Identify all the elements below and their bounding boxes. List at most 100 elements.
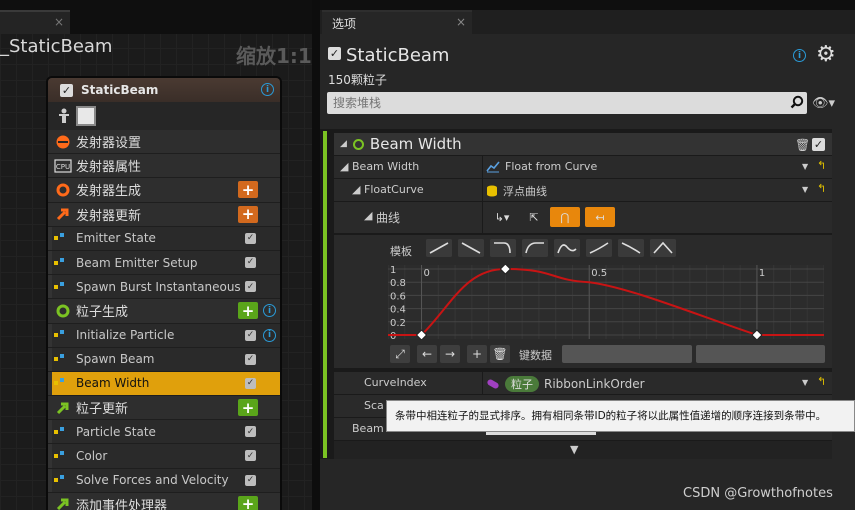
node-icon-row [48, 102, 280, 130]
module-dot-icon [54, 426, 72, 434]
search-icon[interactable] [790, 95, 804, 109]
template-smooth-down-icon[interactable] [618, 239, 644, 257]
module-row[interactable]: Spawn Beam ✓ [48, 347, 280, 372]
graph-tab[interactable]: × [0, 10, 70, 34]
svg-text:CPU: CPU [56, 163, 70, 171]
template-ease-out-icon[interactable] [490, 239, 516, 257]
gear-icon[interactable]: ⚙ [816, 44, 836, 66]
add-module-button[interactable]: + [238, 495, 258, 510]
reset-arrow-icon[interactable]: ↰ [817, 375, 826, 388]
close-tab-icon[interactable]: × [456, 15, 466, 29]
module-checkbox[interactable]: ✓ [245, 232, 256, 244]
module-checkbox[interactable]: ✓ [245, 377, 256, 389]
add-module-button[interactable]: + [238, 302, 258, 320]
module-row[interactable]: 粒子更新 + [48, 396, 280, 421]
expand-arrow-icon[interactable]: ◢ [364, 209, 372, 222]
prop-value[interactable]: 浮点曲线 [486, 183, 547, 199]
search-field[interactable] [327, 92, 807, 114]
eye-visibility-icon[interactable]: 👁▾ [812, 96, 835, 111]
prop-value[interactable]: 粒子 RibbonLinkOrder [486, 376, 645, 392]
template-bell-icon[interactable] [650, 239, 676, 257]
module-label: 发射器更新 [76, 208, 142, 224]
module-label: Spawn Burst Instantaneous [76, 279, 241, 294]
module-dot-icon [54, 475, 72, 483]
key-time-field[interactable] [562, 345, 692, 363]
add-module-button[interactable]: + [238, 181, 258, 199]
info-icon[interactable]: i [263, 304, 276, 318]
module-row[interactable]: Color ✓ [48, 444, 280, 469]
dropdown-arrow-icon[interactable]: ▼ [802, 162, 808, 171]
add-key-icon[interactable]: + [467, 345, 487, 363]
dropdown-arrow-icon[interactable]: ▼ [802, 185, 808, 194]
collapse-footer[interactable]: ▼ [334, 441, 832, 459]
module-checkbox[interactable]: ✓ [245, 256, 256, 268]
delete-key-icon[interactable]: 🗑 [490, 345, 510, 363]
expand-arrow-icon[interactable]: ◢ [352, 183, 360, 196]
search-input[interactable] [327, 92, 807, 114]
template-smooth-up-icon[interactable] [586, 239, 612, 257]
module-header[interactable]: ◢ Beam Width [334, 133, 832, 155]
emitter-enable-checkbox[interactable]: ✓ [328, 47, 341, 60]
tab-options[interactable]: 选项 × [322, 10, 472, 34]
open-external-icon[interactable]: ⇱ [523, 207, 545, 227]
module-dot-icon [54, 451, 72, 459]
module-row[interactable]: Solve Forces and Velocity ✓ [48, 468, 280, 493]
info-icon[interactable]: i [261, 83, 274, 96]
add-module-button[interactable]: + [238, 399, 258, 417]
add-module-button[interactable]: + [238, 205, 258, 223]
node-title: StaticBeam [81, 83, 159, 97]
fit-view-icon[interactable]: ⤢ [390, 345, 410, 363]
expand-down-icon[interactable]: ▼ [570, 443, 578, 456]
module-label: 添加事件处理器 [76, 498, 168, 510]
module-row[interactable]: CPU 发射器属性 [48, 154, 280, 179]
y-tick-label: 0.2 [390, 318, 406, 329]
expand-arrow-icon[interactable]: ◢ [340, 160, 348, 173]
module-row[interactable]: Particle State ✓ [48, 420, 280, 445]
module-row[interactable]: Spawn Burst Instantaneous ✓ [48, 275, 280, 300]
graph-title: _StaticBeam [0, 36, 113, 57]
curve-mode-dropdown[interactable]: ↳▾ [486, 207, 518, 227]
module-row[interactable]: 粒子生成 + i [48, 299, 280, 324]
prop-value[interactable]: Float from Curve [486, 160, 597, 173]
module-label: 发射器设置 [76, 136, 142, 152]
next-key-icon[interactable]: → [440, 345, 460, 363]
module-row[interactable]: Emitter State ✓ [48, 226, 280, 251]
emitter-node[interactable]: ✓ StaticBeam i 发射器设置 CPU 发射器属性 发射器生成 + 发射器更新 +… [46, 76, 282, 510]
key-value-field[interactable] [696, 345, 825, 363]
module-row[interactable]: 发射器设置 [48, 130, 280, 155]
reset-arrow-icon[interactable]: ↰ [817, 182, 826, 195]
magnet-snap-button[interactable]: ⋂ [550, 207, 580, 227]
module-checkbox[interactable]: ✓ [245, 474, 256, 486]
module-row[interactable]: 发射器更新 + [48, 202, 280, 227]
dropdown-arrow-icon[interactable]: ▼ [802, 378, 808, 387]
trash-icon[interactable]: 🗑 [795, 138, 810, 152]
collapse-arrow-icon[interactable]: ◢ [340, 139, 347, 149]
module-checkbox[interactable]: ✓ [245, 329, 256, 341]
close-tab-icon[interactable]: × [54, 15, 64, 29]
template-s-curve-icon[interactable] [554, 239, 580, 257]
module-checkbox[interactable]: ✓ [245, 281, 256, 293]
node-header[interactable]: ✓ StaticBeam i [48, 78, 280, 102]
module-row[interactable]: Initialize Particle ✓ i [48, 323, 280, 348]
module-row[interactable]: 添加事件处理器 + [48, 492, 280, 510]
module-checkbox[interactable]: ✓ [245, 450, 256, 462]
module-enable-checkbox[interactable]: ✓ [812, 138, 825, 151]
template-ease-in-icon[interactable] [522, 239, 548, 257]
module-row[interactable]: Beam Emitter Setup ✓ [48, 250, 280, 276]
info-icon[interactable]: i [793, 49, 806, 62]
curve-graph[interactable]: 00.20.40.60.81 0 0.5 1 [388, 265, 824, 339]
y-tick-label: 0.6 [390, 291, 406, 302]
module-checkbox[interactable]: ✓ [245, 353, 256, 365]
info-icon[interactable]: i [263, 328, 276, 342]
node-enable-checkbox[interactable]: ✓ [60, 83, 73, 97]
reset-arrow-icon[interactable]: ↰ [817, 159, 826, 172]
module-checkbox[interactable]: ✓ [245, 426, 256, 438]
panel-divider[interactable] [312, 0, 320, 510]
module-row[interactable]: 发射器生成 + [48, 178, 280, 203]
prev-key-icon[interactable]: ← [417, 345, 437, 363]
module-row[interactable]: Beam Width ✓ [48, 371, 280, 397]
template-linear-down-icon[interactable] [458, 239, 484, 257]
material-thumbnail[interactable] [76, 106, 96, 126]
template-linear-up-icon[interactable] [426, 239, 452, 257]
fit-range-button[interactable]: ↤ [585, 207, 615, 227]
